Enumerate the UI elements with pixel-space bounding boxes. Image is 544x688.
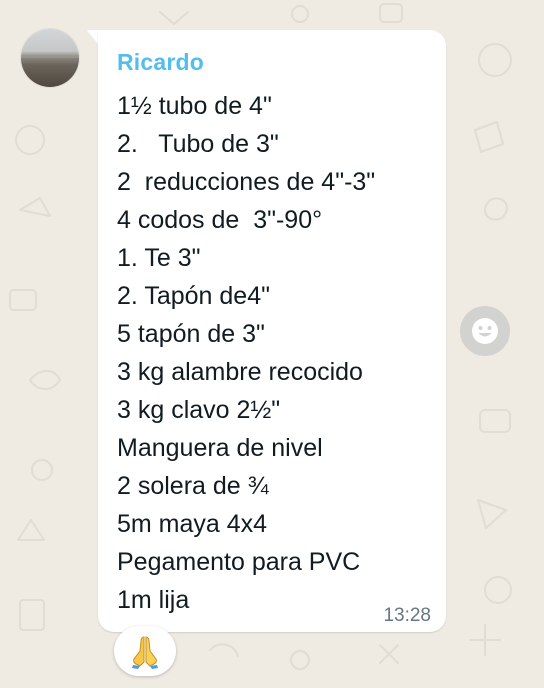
sender-avatar[interactable] (21, 29, 79, 87)
message-line: Pegamento para PVC (117, 548, 361, 576)
react-emoji-button[interactable] (460, 306, 510, 356)
sender-name[interactable]: Ricardo (117, 49, 204, 76)
message-text: 1½ tubo de 4" 2. Tubo de 3" 2 reduccione… (117, 87, 375, 619)
message-line: 2. Tapón de4" (117, 282, 270, 310)
message-reaction[interactable] (114, 626, 176, 676)
message-line: 5 tapón de 3" (117, 320, 265, 348)
message-line: 2. Tubo de 3" (117, 130, 279, 158)
avatar-horizon (21, 55, 79, 58)
message-line: 1m lija (117, 586, 190, 614)
message-line: 2 solera de ¾ (117, 472, 269, 500)
message-bubble[interactable]: Ricardo 1½ tubo de 4" 2. Tubo de 3" 2 re… (98, 30, 446, 632)
message-line: 2 reducciones de 4"-3" (117, 168, 376, 196)
message-timestamp: 13:28 (383, 605, 431, 626)
smiley-icon (472, 318, 498, 344)
message-line: 1. Te 3" (117, 244, 201, 272)
message-line: Manguera de nivel (117, 434, 323, 462)
folded-hands-icon (132, 636, 158, 669)
message-line: 5m maya 4x4 (117, 510, 268, 538)
message-line: 4 codos de 3"-90° (117, 206, 323, 234)
message-line: 3 kg clavo 2½" (117, 396, 281, 424)
message-line: 3 kg alambre recocido (117, 358, 363, 386)
message-line: 1½ tubo de 4" (117, 92, 272, 120)
